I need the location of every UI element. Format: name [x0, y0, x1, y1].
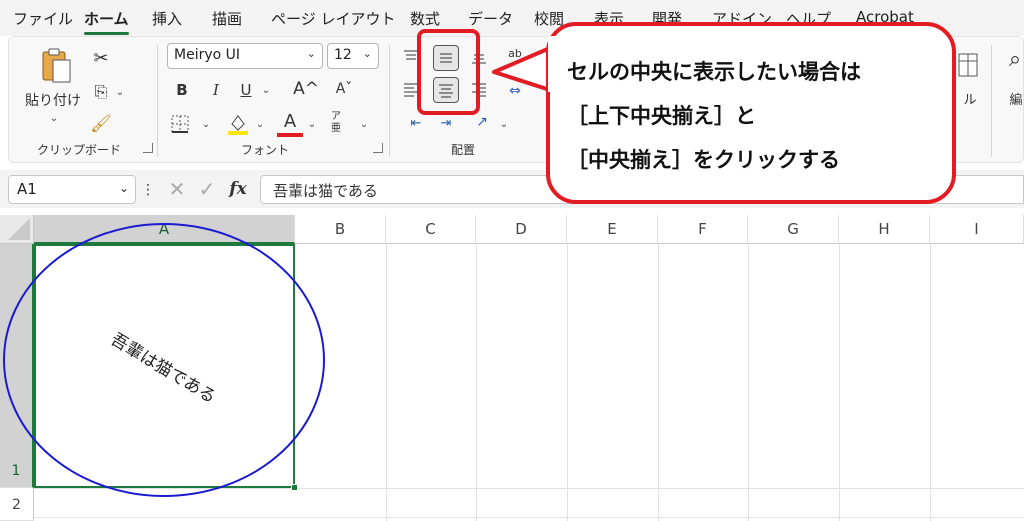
cut-icon[interactable]: ✂: [89, 45, 113, 71]
enter-icon[interactable]: ✓: [196, 177, 218, 201]
font-color-button[interactable]: A: [277, 109, 303, 137]
gridline: [567, 244, 568, 521]
grow-font-button[interactable]: A^: [291, 77, 321, 101]
cells-label-partial: ル: [963, 92, 977, 108]
callout-pointer-cover: [548, 36, 556, 92]
decrease-indent-icon[interactable]: ⇤: [405, 113, 427, 133]
more-icon[interactable]: ⋮: [141, 180, 155, 200]
alignment-group-label: 配置: [451, 143, 476, 157]
phonetic-guide-button[interactable]: ア亜: [331, 109, 349, 137]
bold-button[interactable]: B: [171, 79, 193, 101]
column-header-g[interactable]: G: [748, 215, 839, 244]
underline-dropdown-icon[interactable]: ⌄: [259, 81, 273, 99]
gridline: [930, 244, 931, 521]
tab-draw[interactable]: 描画: [212, 8, 242, 29]
callout-text-line-2: ［上下中央揃え］と: [567, 104, 756, 128]
separator: [389, 45, 390, 157]
gridline: [658, 244, 659, 521]
font-launcher-icon[interactable]: [373, 143, 383, 153]
callout-text-line-3: ［中央揃え］をクリックする: [567, 148, 840, 172]
font-group-label: フォント: [241, 143, 290, 157]
underline-button[interactable]: U: [235, 79, 257, 101]
callout-text-line-1: セルの中央に表示したい場合は: [567, 60, 861, 84]
copy-icon[interactable]: ⎘: [89, 79, 113, 105]
font-size-select[interactable]: 12 ⌄: [327, 43, 379, 69]
tab-formulas[interactable]: 数式: [410, 8, 440, 29]
gridline: [34, 517, 1024, 518]
paste-icon[interactable]: [31, 45, 81, 85]
cancel-icon[interactable]: ✕: [166, 177, 188, 201]
edit-label-partial: 編: [1009, 92, 1023, 108]
fill-color-dropdown-icon[interactable]: ⌄: [253, 115, 267, 133]
tab-file[interactable]: ファイル: [13, 8, 73, 29]
borders-icon[interactable]: [169, 113, 191, 135]
orientation-dropdown-icon[interactable]: ⌄: [497, 115, 511, 133]
alignment-highlight-box: [417, 29, 480, 115]
paste-dropdown-icon[interactable]: ⌄: [47, 111, 61, 125]
fill-color-icon[interactable]: [225, 111, 251, 137]
column-header-f[interactable]: F: [658, 215, 748, 244]
italic-button[interactable]: I: [205, 79, 227, 101]
increase-indent-icon[interactable]: ⇥: [435, 113, 457, 133]
tab-page-layout[interactable]: ページ レイアウト: [271, 8, 395, 29]
column-header-i[interactable]: I: [930, 215, 1024, 244]
highlight-circle: [3, 223, 325, 497]
column-header-h[interactable]: H: [839, 215, 930, 244]
paste-button[interactable]: 貼り付け: [23, 91, 83, 109]
format-painter-icon[interactable]: 🖌: [89, 111, 113, 137]
font-name-select[interactable]: Meiryo UI ⌄: [167, 43, 323, 69]
copy-dropdown-icon[interactable]: ⌄: [113, 83, 127, 101]
gridline: [476, 244, 477, 521]
phonetic-dropdown-icon[interactable]: ⌄: [357, 115, 371, 133]
search-icon[interactable]: ⌕: [1003, 45, 1024, 73]
shrink-font-button[interactable]: Aˇ: [329, 77, 359, 101]
column-header-d[interactable]: D: [476, 215, 567, 244]
table-icon[interactable]: [957, 51, 979, 79]
clipboard-launcher-icon[interactable]: [143, 143, 153, 153]
gridline: [748, 244, 749, 521]
separator: [991, 45, 992, 157]
separator: [157, 45, 158, 157]
tab-home[interactable]: ホーム: [84, 8, 129, 35]
name-box[interactable]: A1 ⌄: [8, 175, 136, 204]
gridline: [839, 244, 840, 521]
column-header-c[interactable]: C: [386, 215, 476, 244]
insert-function-button[interactable]: fx: [226, 178, 250, 200]
tab-data[interactable]: データ: [468, 8, 513, 29]
borders-dropdown-icon[interactable]: ⌄: [199, 115, 213, 133]
gridline: [386, 244, 387, 521]
font-color-dropdown-icon[interactable]: ⌄: [305, 115, 319, 133]
tab-insert[interactable]: 挿入: [152, 8, 182, 29]
clipboard-group-label: クリップボード: [37, 143, 122, 157]
column-header-e[interactable]: E: [567, 215, 658, 244]
